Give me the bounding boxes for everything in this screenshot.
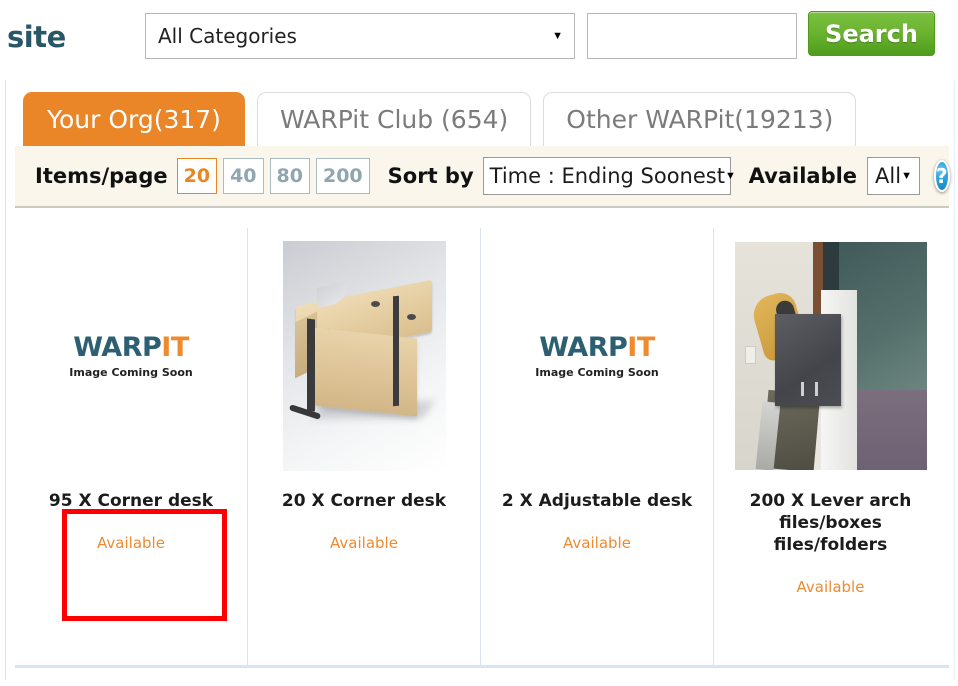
items-per-page-40[interactable]: 40 [223,158,264,194]
items-per-page-group: 20 40 80 200 [176,158,370,194]
product-status: Available [330,534,398,553]
available-value: All [875,164,902,188]
warpit-logo-it: IT [627,331,655,363]
filter-toolbar: Items/page 20 40 80 200 Sort by Time : E… [15,146,950,208]
category-select-value: All Categories [158,24,297,48]
search-button[interactable]: Search [808,11,935,56]
product-status: Available [563,534,631,553]
items-per-page-200[interactable]: 200 [315,158,370,194]
product-status: Available [796,578,865,597]
warpit-logo-it: IT [161,331,189,363]
product-title: 20 X Corner desk [281,491,447,511]
product-title: 2 X Adjustable desk [501,491,693,511]
sort-by-value: Time : Ending Soonest [489,164,725,188]
help-icon[interactable]: ? [933,160,950,192]
product-status: Available [97,534,165,553]
tab-other-warpit[interactable]: Other WARPit(19213) [543,92,857,146]
tab-warpit-club[interactable]: WARPit Club (654) [256,92,532,146]
items-per-page-80[interactable]: 80 [269,158,310,194]
product-card[interactable]: 200 X Lever arch files/boxes files/folde… [714,228,947,665]
items-per-page-20[interactable]: 20 [176,158,218,194]
sort-by-label: Sort by [387,164,474,188]
product-image-placeholder: WARPIT Image Coming Soon [481,228,713,478]
product-card[interactable]: WARPIT Image Coming Soon 2 X Adjustable … [481,228,714,665]
product-card[interactable]: WARPIT Image Coming Soon 95 X Corner des… [15,228,248,665]
lever-arch-files-photo [734,242,927,470]
product-image [248,228,480,478]
chevron-down-icon: ▼ [901,170,912,182]
site-logo: site [7,20,66,54]
product-title: 200 X Lever arch files/boxes files/folde… [749,491,912,556]
warpit-logo-warp: WARP [539,331,628,363]
tab-your-org[interactable]: Your Org(317) [23,92,245,146]
product-image-placeholder: WARPIT Image Coming Soon [15,228,247,478]
product-image [714,228,947,478]
category-select[interactable]: All Categories ▼ [145,13,575,59]
content-panel: Your Org(317) WARPit Club (654) Other WA… [5,80,955,680]
image-coming-soon-label: Image Coming Soon [69,365,193,379]
corner-desk-photo [282,241,446,471]
sort-by-select[interactable]: Time : Ending Soonest ▼ [482,157,736,195]
product-title: 95 X Corner desk [48,491,214,511]
search-input[interactable] [587,13,797,59]
product-grid: WARPIT Image Coming Soon 95 X Corner des… [15,228,949,668]
items-per-page-label: Items/page [35,164,168,188]
tab-bar: Your Org(317) WARPit Club (654) Other WA… [6,88,857,146]
image-coming-soon-label: Image Coming Soon [535,365,659,379]
page-header: site All Categories ▼ Search [0,0,958,76]
product-card[interactable]: 20 X Corner desk Available [248,228,481,665]
chevron-down-icon: ▼ [552,29,563,42]
warpit-logo-warp: WARP [73,331,162,363]
available-select[interactable]: All ▼ [867,157,920,195]
available-label: Available [748,164,858,188]
chevron-down-icon: ▼ [724,170,736,182]
